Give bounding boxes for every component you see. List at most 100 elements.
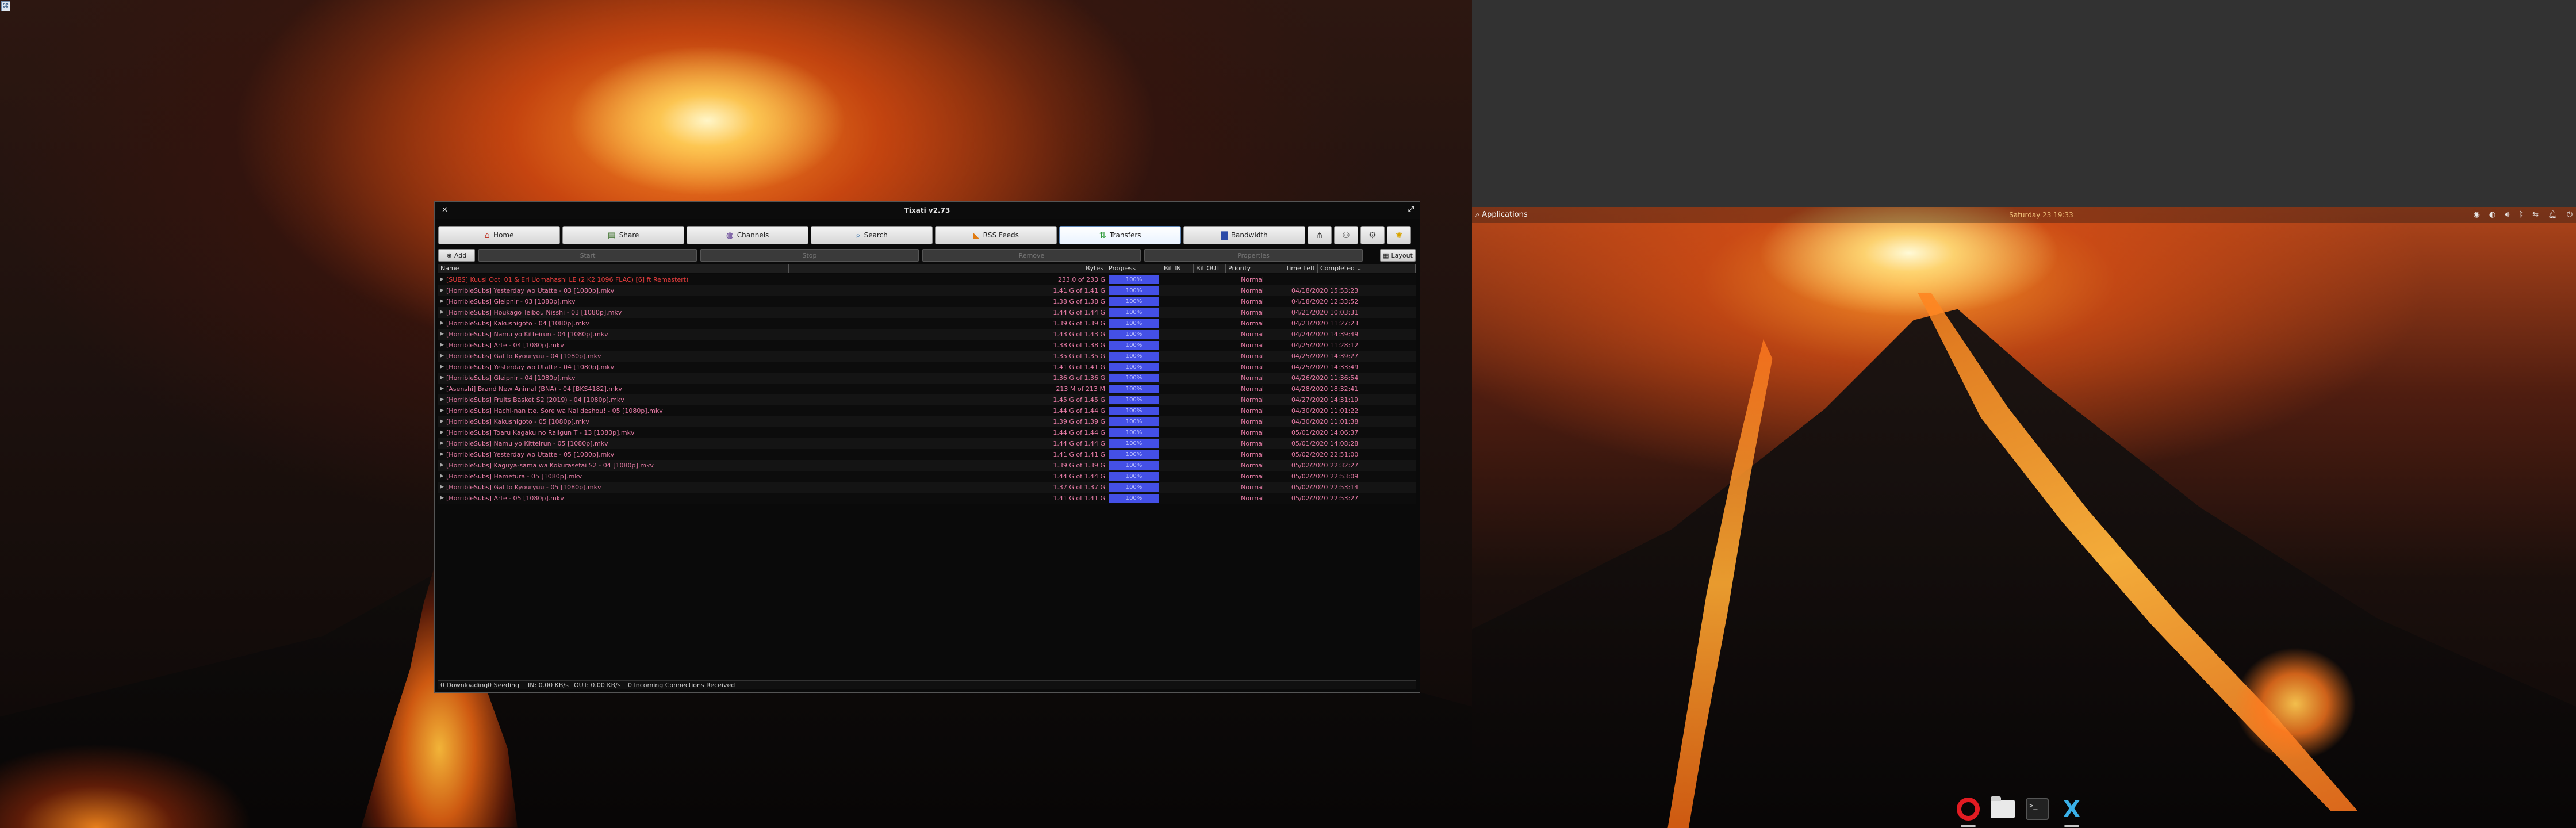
transfer-row[interactable]: ▶ [HorribleSubs] Hachi-nan tte, Sore wa N… xyxy=(438,405,1416,416)
maximize-icon[interactable]: ⤢ xyxy=(1408,205,1414,214)
transfer-row[interactable]: ▶ [HorribleSubs] Kaguya-sama wa Kokuraset… xyxy=(438,460,1416,471)
transfer-name: [HorribleSubs] Gleipnir - 03 [1080p].mkv xyxy=(446,298,576,305)
expand-arrow-icon[interactable]: ▶ xyxy=(440,482,446,493)
transfer-name: [HorribleSubs] Gleipnir - 04 [1080p].mkv xyxy=(446,374,576,382)
settings-button[interactable]: ⚙ xyxy=(1360,226,1385,244)
transfer-row[interactable]: ▶ [Asenshi] Brand New Animal (BNA) - 04 [… xyxy=(438,384,1416,394)
expand-arrow-icon[interactable]: ▶ xyxy=(440,394,446,405)
transfer-row[interactable]: ▶ [SUBS] Kuusi Ooti 01 & Eri Uomahashi LE… xyxy=(438,274,1416,285)
progress-bar: 100% xyxy=(1109,396,1159,404)
terminal-icon: >_ xyxy=(2026,798,2049,820)
files-launcher[interactable] xyxy=(1989,795,2016,823)
transfer-completed: 04/24/2020 14:39:49 xyxy=(1291,331,1359,338)
remove-button[interactable]: Remove xyxy=(922,249,1141,262)
notification-icon[interactable]: 🔔︎ xyxy=(2548,210,2558,220)
discord-icon[interactable]: ◉ xyxy=(2474,210,2480,220)
add-button[interactable]: ⊕ Add xyxy=(438,249,475,262)
window-titlebar[interactable]: ✕ Tixati v2.73 ⤢ xyxy=(435,202,1420,219)
expand-arrow-icon[interactable]: ▶ xyxy=(440,460,446,471)
transfer-name: [HorribleSubs] Hamefura - 05 [1080p].mkv xyxy=(446,473,582,480)
applications-menu[interactable]: ⌕ Applications xyxy=(1475,210,1528,220)
network-button[interactable]: ⋔ xyxy=(1308,226,1332,244)
transfer-row[interactable]: ▶ [HorribleSubs] Gleipnir - 03 [1080p].mk… xyxy=(438,296,1416,307)
expand-arrow-icon[interactable]: ▶ xyxy=(440,449,446,460)
column-priority[interactable]: Priority xyxy=(1226,264,1275,273)
column-bytes[interactable]: Bytes xyxy=(789,264,1106,273)
transfer-row[interactable]: ▶ [HorribleSubs] Namu yo Kitteirun - 04 [… xyxy=(438,329,1416,340)
transfer-completed: 04/30/2020 11:01:22 xyxy=(1291,407,1359,415)
tixati-launcher[interactable]: X xyxy=(2058,795,2085,827)
progress-text: 100% xyxy=(1125,342,1143,348)
expand-arrow-icon[interactable]: ▶ xyxy=(440,373,446,384)
tab-bandwidth[interactable]: ▇ Bandwidth xyxy=(1183,226,1305,244)
progress-bar: 100% xyxy=(1109,439,1159,448)
terminal-launcher[interactable]: >_ xyxy=(2024,795,2050,823)
transfer-row[interactable]: ▶ [HorribleSubs] Fruits Basket S2 (2019) … xyxy=(438,394,1416,405)
steam-icon[interactable]: ◐ xyxy=(2489,210,2496,220)
transfer-row[interactable]: ▶ [HorribleSubs] Gal to Kyouryuu - 05 [10… xyxy=(438,482,1416,493)
tab-transfers[interactable]: ⇅ Transfers xyxy=(1059,226,1181,244)
transfer-row[interactable]: ▶ [HorribleSubs] Houkago Teibou Nisshi - … xyxy=(438,307,1416,318)
expand-arrow-icon[interactable]: ▶ xyxy=(440,405,446,416)
help-button[interactable]: ✺ xyxy=(1387,226,1411,244)
transfer-row[interactable]: ▶ [HorribleSubs] Yesterday wo Utatte - 04… xyxy=(438,362,1416,373)
column-bit-in[interactable]: Bit IN xyxy=(1162,264,1194,273)
column-completed[interactable]: Completed ⌄ xyxy=(1318,264,1416,273)
clock[interactable]: Saturday 23 19:33 xyxy=(1989,210,2093,220)
expand-arrow-icon[interactable]: ▶ xyxy=(440,285,446,296)
tab-rss-feeds[interactable]: ◣ RSS Feeds xyxy=(935,226,1057,244)
expand-arrow-icon[interactable]: ▶ xyxy=(440,307,446,318)
power-icon[interactable]: ⏻ xyxy=(2567,210,2573,220)
sort-descending-icon: ⌄ xyxy=(1356,264,1362,272)
tab-share[interactable]: ▤ Share xyxy=(562,226,684,244)
status-connections: 0 Incoming Connections Received xyxy=(628,681,735,689)
transfer-priority: Normal xyxy=(1241,320,1264,327)
progress-bar: 100% xyxy=(1109,341,1159,350)
tab-search[interactable]: ⌕ Search xyxy=(811,226,933,244)
network-icon[interactable]: ⇆ xyxy=(2532,210,2539,220)
layout-button[interactable]: ▦ Layout xyxy=(1380,249,1416,262)
expand-arrow-icon[interactable]: ▶ xyxy=(440,340,446,351)
tab-label: Search xyxy=(864,231,888,239)
expand-arrow-icon[interactable]: ▶ xyxy=(440,351,446,362)
expand-arrow-icon[interactable]: ▶ xyxy=(440,427,446,438)
expand-arrow-icon[interactable]: ▶ xyxy=(440,362,446,373)
column-name[interactable]: Name xyxy=(438,264,789,273)
transfer-row[interactable]: ▶ [HorribleSubs] Arte - 04 [1080p].mkv 1.3… xyxy=(438,340,1416,351)
expand-arrow-icon[interactable]: ▶ xyxy=(440,416,446,427)
transfer-row[interactable]: ▶ [HorribleSubs] Gal to Kyouryuu - 04 [10… xyxy=(438,351,1416,362)
expand-arrow-icon[interactable]: ▶ xyxy=(440,318,446,329)
column-bit-out[interactable]: Bit OUT xyxy=(1194,264,1226,273)
tab-channels[interactable]: ◍ Channels xyxy=(687,226,808,244)
transfer-row[interactable]: ▶ [HorribleSubs] Arte - 05 [1080p].mkv 1.4… xyxy=(438,493,1416,504)
transfer-row[interactable]: ▶ [HorribleSubs] Yesterday wo Utatte - 05… xyxy=(438,449,1416,460)
start-button[interactable]: Start xyxy=(478,249,697,262)
users-button[interactable]: ⚇ xyxy=(1334,226,1358,244)
transfer-row[interactable]: ▶ [HorribleSubs] Yesterday wo Utatte - 03… xyxy=(438,285,1416,296)
lightbulb-icon: ✺ xyxy=(1395,230,1403,240)
bluetooth-icon[interactable]: ᛒ xyxy=(2518,210,2523,220)
transfer-row[interactable]: ▶ [HorribleSubs] Namu yo Kitteirun - 05 [… xyxy=(438,438,1416,449)
column-time-left[interactable]: Time Left xyxy=(1275,264,1318,273)
progress-text: 100% xyxy=(1125,375,1143,381)
transfer-row[interactable]: ▶ [HorribleSubs] Gleipnir - 04 [1080p].mk… xyxy=(438,373,1416,384)
expand-arrow-icon[interactable]: ▶ xyxy=(440,493,446,504)
expand-arrow-icon[interactable]: ▶ xyxy=(440,329,446,340)
expand-arrow-icon[interactable]: ▶ xyxy=(440,274,446,285)
transfer-bytes: 1.44 G of 1.44 G xyxy=(1053,429,1105,436)
transfer-row[interactable]: ▶ [HorribleSubs] Toaru Kagaku no Railgun … xyxy=(438,427,1416,438)
expand-arrow-icon[interactable]: ▶ xyxy=(440,384,446,394)
volume-icon[interactable]: 🔊︎ xyxy=(2505,210,2509,220)
expand-arrow-icon[interactable]: ▶ xyxy=(440,296,446,307)
expand-arrow-icon[interactable]: ▶ xyxy=(440,438,446,449)
transfer-row[interactable]: ▶ [HorribleSubs] Hamefura - 05 [1080p].mk… xyxy=(438,471,1416,482)
expand-arrow-icon[interactable]: ▶ xyxy=(440,471,446,482)
transfer-row[interactable]: ▶ [HorribleSubs] Kakushigoto - 05 [1080p]… xyxy=(438,416,1416,427)
tab-home[interactable]: ⌂ Home xyxy=(438,226,560,244)
column-progress[interactable]: Progress xyxy=(1106,264,1162,273)
transfer-row[interactable]: ▶ [HorribleSubs] Kakushigoto - 04 [1080p]… xyxy=(438,318,1416,329)
properties-button[interactable]: Properties xyxy=(1144,249,1363,262)
desktop-corner-icon[interactable]: ⌘ xyxy=(1,1,10,12)
stop-button[interactable]: Stop xyxy=(700,249,919,262)
opera-launcher[interactable] xyxy=(1955,795,1981,827)
